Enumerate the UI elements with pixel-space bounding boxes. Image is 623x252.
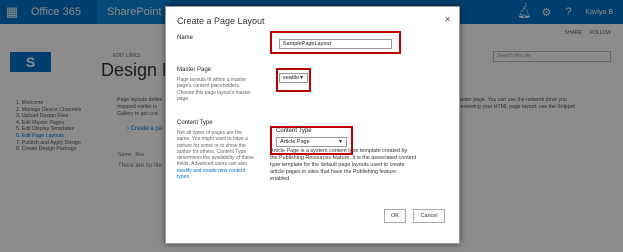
desc-line: Choose this page layout's master: [177, 89, 251, 96]
create-page-layout-dialog: Create a Page Layout ✕ Name SamplePageLa…: [165, 6, 460, 244]
info-line: the Publishing Resources feature. It is …: [270, 154, 417, 161]
chevron-down-icon: ▼: [299, 75, 304, 81]
name-label: Name: [177, 35, 194, 41]
chevron-down-icon: ▼: [338, 139, 343, 145]
master-page-label: Master Page: [177, 67, 212, 73]
cancel-button[interactable]: Cancel: [413, 209, 445, 223]
content-type-select[interactable]: Article Page ▼: [276, 137, 347, 147]
info-line: article pages in sites that have the Pub…: [270, 168, 397, 175]
master-page-select[interactable]: seattle ▼: [279, 73, 308, 83]
close-icon[interactable]: ✕: [444, 15, 451, 24]
info-line: Article Page is a system content type te…: [270, 148, 408, 154]
content-type-info: Article Page is a system content type te…: [270, 148, 438, 183]
master-page-description: Page layouts fit within a master page's …: [177, 77, 262, 102]
content-type-description: Not all types of pages are the same. You…: [177, 130, 265, 180]
content-type-value: Article Page: [280, 139, 310, 145]
ok-button[interactable]: OK: [384, 209, 406, 223]
modify-content-types-link[interactable]: modify and create new content types: [177, 168, 265, 181]
dialog-title: Create a Page Layout: [177, 16, 265, 26]
link-line: types: [177, 174, 189, 181]
name-input[interactable]: SamplePageLayout: [279, 39, 392, 49]
info-line: type template for the default page layou…: [270, 161, 405, 168]
content-type-field-label: Content Type: [276, 128, 312, 134]
content-type-section-label: Content Type: [177, 120, 213, 126]
info-line: enabled.: [270, 175, 291, 182]
desc-line: page.: [177, 95, 190, 102]
master-page-value: seattle: [283, 75, 300, 81]
